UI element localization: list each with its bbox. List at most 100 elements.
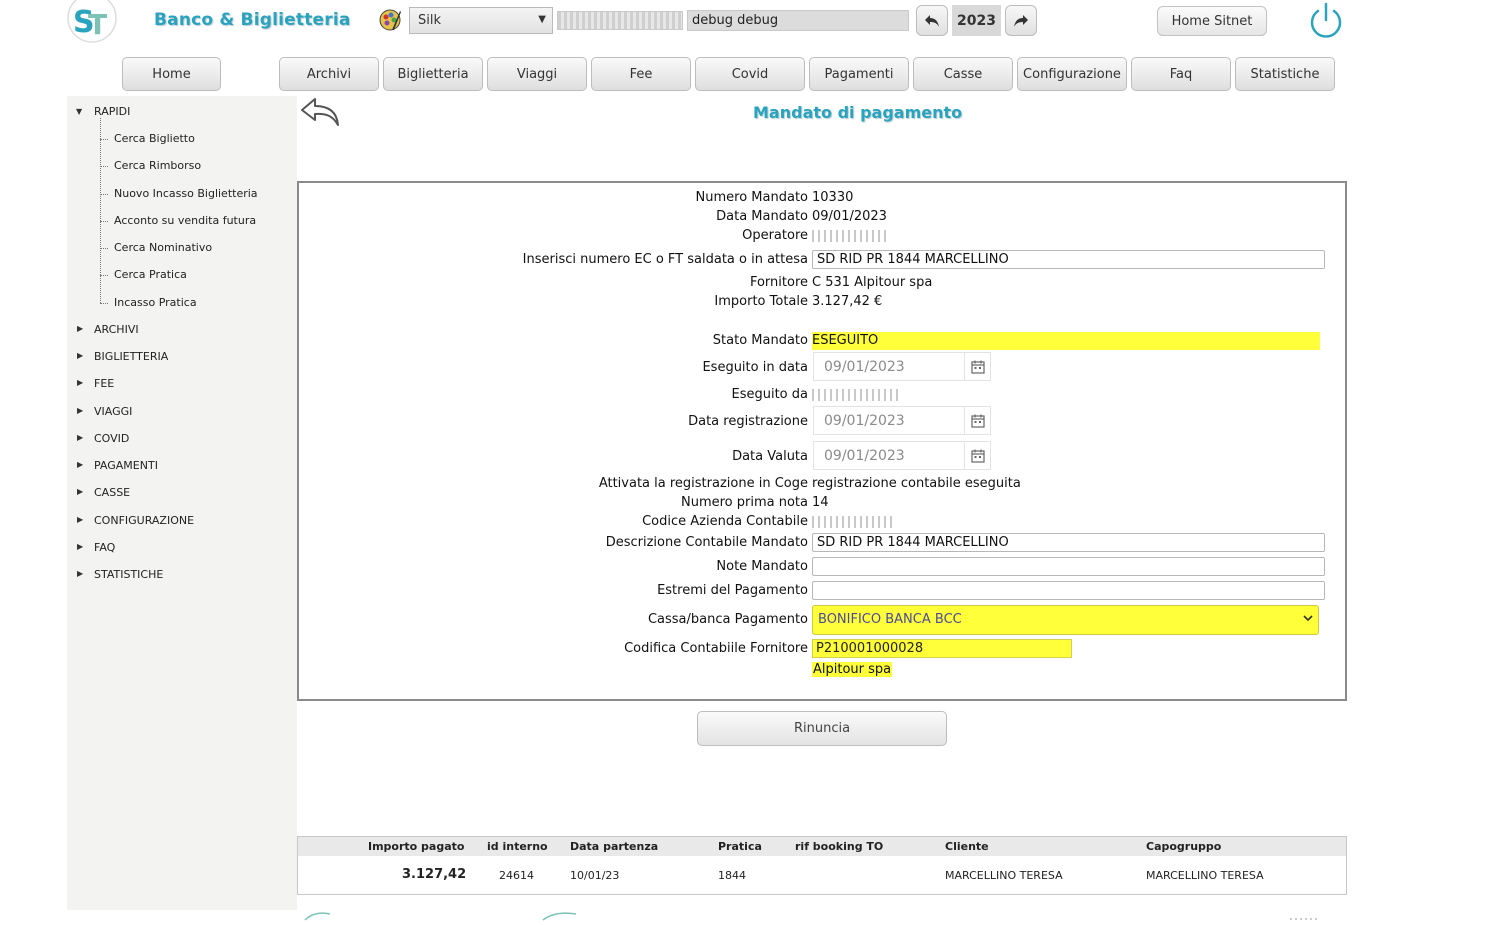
home-sitnet-button[interactable]: Home Sitnet: [1157, 6, 1267, 36]
estremi-label: Estremi del Pagamento: [657, 583, 808, 598]
sidebar-section-rapidi[interactable]: RAPIDI: [94, 105, 130, 118]
codifica-input[interactable]: P210001000028: [812, 639, 1072, 658]
eseguito-data-value: 09/01/2023: [824, 359, 905, 375]
tree-branch: [100, 194, 108, 195]
svg-text:T: T: [88, 8, 107, 41]
tree-branch: [100, 303, 108, 304]
nav-home[interactable]: Home: [122, 57, 221, 91]
codice-azienda-value: [812, 514, 892, 529]
calendar-icon[interactable]: [964, 407, 990, 434]
column-header[interactable]: Capogruppo: [1146, 840, 1221, 853]
descrizione-label: Descrizione Contabile Mandato: [605, 535, 808, 550]
masked-field: [557, 11, 683, 30]
table-cell: MARCELLINO TERESA: [1146, 869, 1264, 882]
importo-totale-value: 3.127,42 €: [812, 294, 883, 309]
collapsed-triangle-icon[interactable]: ▶: [77, 324, 83, 333]
collapsed-triangle-icon[interactable]: ▶: [77, 515, 83, 524]
collapsed-triangle-icon[interactable]: ▶: [77, 569, 83, 578]
collapsed-triangle-icon[interactable]: ▶: [77, 542, 83, 551]
cassa-label: Cassa/banca Pagamento: [647, 612, 808, 627]
sidebar-item-cerca-rimborso[interactable]: Cerca Rimborso: [114, 159, 201, 172]
numero-mandato-value: 10330: [812, 190, 854, 205]
sidebar-section-viaggi[interactable]: VIAGGI: [94, 405, 132, 418]
column-header[interactable]: rif booking TO: [795, 840, 883, 853]
column-header[interactable]: Data partenza: [570, 840, 658, 853]
footer-decoration: [300, 910, 1400, 921]
expanded-triangle-icon[interactable]: ▼: [76, 107, 82, 116]
collapsed-triangle-icon[interactable]: ▶: [77, 460, 83, 469]
next-year-button[interactable]: [1005, 5, 1037, 36]
descrizione-input[interactable]: SD RID PR 1844 MARCELLINO: [812, 533, 1325, 552]
sidebar-item-cerca-pratica[interactable]: Cerca Pratica: [114, 268, 187, 281]
importo-totale-label: Importo Totale: [714, 294, 808, 309]
palette-icon[interactable]: [378, 8, 402, 32]
estremi-input[interactable]: [812, 581, 1325, 600]
sidebar-item-cerca-nominativo[interactable]: Cerca Nominativo: [114, 241, 212, 254]
nav-faq[interactable]: Faq: [1131, 57, 1231, 91]
sidebar-section-configurazione[interactable]: CONFIGURAZIONE: [94, 514, 194, 527]
nav-archivi[interactable]: Archivi: [279, 57, 379, 91]
nav-covid[interactable]: Covid: [695, 57, 805, 91]
sidebar-section-casse[interactable]: CASSE: [94, 486, 130, 499]
collapsed-triangle-icon[interactable]: ▶: [77, 487, 83, 496]
nav-fee[interactable]: Fee: [591, 57, 691, 91]
nav-viaggi[interactable]: Viaggi: [487, 57, 587, 91]
table-cell: 10/01/23: [570, 869, 620, 882]
inserisci-label: Inserisci numero EC o FT saldata o in at…: [522, 252, 808, 267]
tree-branch: [100, 248, 108, 249]
nav-configurazione[interactable]: Configurazione: [1017, 57, 1127, 91]
sidebar-section-fee[interactable]: FEE: [94, 377, 114, 390]
arrow-right-icon: [1014, 14, 1028, 27]
collapsed-triangle-icon[interactable]: ▶: [77, 433, 83, 442]
sidebar-section-pagamenti[interactable]: PAGAMENTI: [94, 459, 158, 472]
calendar-icon[interactable]: [964, 442, 990, 469]
rinuncia-button[interactable]: Rinuncia: [697, 711, 947, 746]
collapsed-triangle-icon[interactable]: ▶: [77, 406, 83, 415]
note-input[interactable]: [812, 557, 1325, 576]
nav-casse[interactable]: Casse: [913, 57, 1013, 91]
sidebar-section-archivi[interactable]: ARCHIVI: [94, 323, 139, 336]
eseguito-data-field[interactable]: 09/01/2023: [813, 352, 991, 381]
sidebar-section-biglietteria[interactable]: BIGLIETTERIA: [94, 350, 168, 363]
operatore-value: [812, 228, 888, 243]
nav-statistiche[interactable]: Statistiche: [1235, 57, 1335, 91]
nav-pagamenti[interactable]: Pagamenti: [809, 57, 909, 91]
sidebar-item-incasso-pratica[interactable]: Incasso Pratica: [114, 296, 197, 309]
sidebar-section-covid[interactable]: COVID: [94, 432, 129, 445]
app-logo[interactable]: S T: [66, 0, 118, 52]
coge-label: Attivata la registrazione in Coge: [598, 476, 808, 491]
tree-branch: [100, 139, 108, 140]
data-registrazione-label: Data registrazione: [688, 414, 808, 429]
sidebar-item-acconto[interactable]: Acconto su vendita futura: [114, 214, 256, 227]
stato-mandato-label: Stato Mandato: [712, 333, 808, 348]
back-arrow-icon[interactable]: [300, 96, 342, 128]
data-valuta-field[interactable]: 09/01/2023: [813, 441, 991, 470]
calendar-icon[interactable]: [964, 353, 990, 380]
column-header[interactable]: Pratica: [718, 840, 762, 853]
data-registrazione-value: 09/01/2023: [824, 413, 905, 429]
sidebar-section-faq[interactable]: FAQ: [94, 541, 115, 554]
cassa-select[interactable]: BONIFICO BANCA BCC: [812, 605, 1319, 635]
theme-select[interactable]: Silk ▼: [409, 7, 553, 34]
sidebar-item-cerca-biglietto[interactable]: Cerca Biglietto: [114, 132, 195, 145]
column-header[interactable]: id interno: [487, 840, 548, 853]
collapsed-triangle-icon[interactable]: ▶: [77, 378, 83, 387]
eseguito-da-label: Eseguito da: [731, 387, 809, 402]
previous-year-button[interactable]: [916, 5, 948, 36]
cassa-select-value: BONIFICO BANCA BCC: [818, 612, 962, 627]
note-label: Note Mandato: [716, 559, 808, 574]
inserisci-input[interactable]: SD RID PR 1844 MARCELLINO: [812, 250, 1325, 269]
table-cell: 1844: [718, 869, 746, 882]
column-header[interactable]: Cliente: [945, 840, 989, 853]
sidebar-item-nuovo-incasso[interactable]: Nuovo Incasso Biglietteria: [114, 187, 258, 200]
sidebar-section-statistiche[interactable]: STATISTICHE: [94, 568, 163, 581]
power-icon[interactable]: [1306, 1, 1346, 41]
table-header: Importo pagato id interno Data partenza …: [298, 837, 1346, 856]
prima-nota-value: 14: [812, 495, 829, 510]
collapsed-triangle-icon[interactable]: ▶: [77, 351, 83, 360]
column-header[interactable]: Importo pagato: [368, 840, 464, 853]
fornitore-label: Fornitore: [749, 275, 808, 290]
data-registrazione-field[interactable]: 09/01/2023: [813, 406, 991, 435]
numero-mandato-label: Numero Mandato: [695, 190, 808, 205]
nav-biglietteria[interactable]: Biglietteria: [383, 57, 483, 91]
